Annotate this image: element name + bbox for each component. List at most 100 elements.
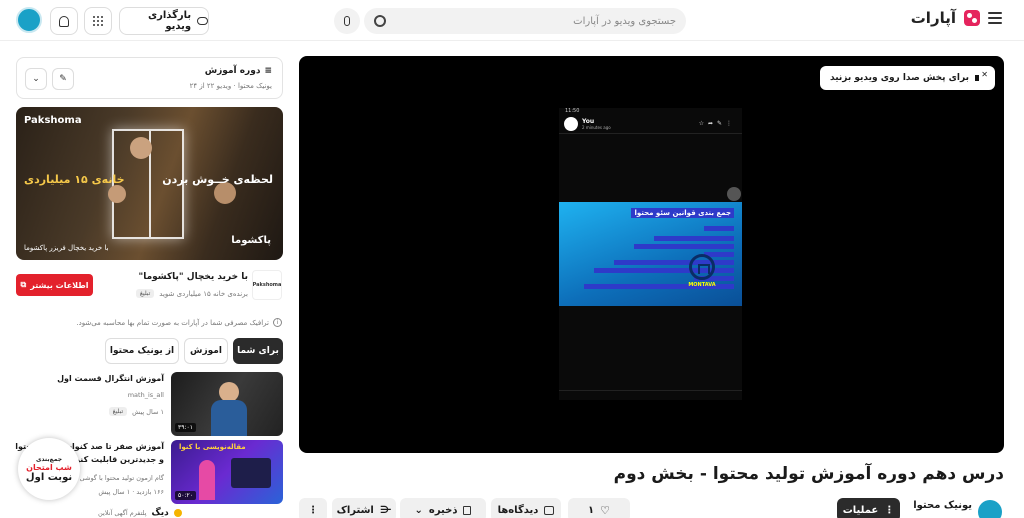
sponsor-logo[interactable]: Pakshoma [252,270,282,300]
video-title[interactable]: آموزش انتگرال قسمت اول [14,372,164,385]
share-button[interactable]: ⋲ اشتراک [332,498,396,518]
apps-grid-icon [93,16,103,26]
bottom-ad-row[interactable]: دیگ پلتفرم آگهی آنلاین [98,508,182,518]
chip-from-channel[interactable]: از یونیک محتوا [105,338,179,364]
ad-headline-right: لحظه‌ی خــوش بردن [162,173,273,186]
more-info-button[interactable]: اطلاعات بیشتر ⧉ [16,274,93,296]
like-count: ۱ [588,504,595,516]
thumbnail-screen [231,458,271,488]
montava-logo-label: MONTAVA [688,282,716,288]
menu-icon[interactable] [988,12,1002,24]
video-thumbnail[interactable]: ۳۹:۰۱ [171,372,283,436]
operations-button[interactable]: ⋮ عملیات [837,498,900,518]
sponsor-subtitle-row: برنده‌ی خانه ۱۵ میلیاردی شوید تبلیغ [135,289,248,298]
unmute-hint-button[interactable]: برای پخش صدا روی ویدیو بزنید [820,66,995,90]
slide-title: جمع بندی قوانین سئو محتوا [631,208,734,218]
aparat-logo-icon[interactable] [964,10,980,26]
promo-line-2: شب امتحان [26,462,72,472]
video-duration: ۳۹:۰۱ [175,423,196,432]
header-brand: آپارات [911,9,1002,27]
voice-search-button[interactable] [334,8,360,34]
operations-label: عملیات [842,504,879,516]
comments-label: دیدگاه‌ها [497,504,539,516]
chip-for-you[interactable]: برای شما [233,338,283,364]
video-age: ۱ سال پیش [132,407,164,416]
search-icon[interactable] [374,15,386,27]
mute-icon [975,70,988,83]
channel-name[interactable]: یونیک محتوا [913,500,972,511]
video-meta: ۱۶۶ بازدید · ۱ سال پیش [98,488,164,496]
bookmark-icon [463,505,472,515]
traffic-notice: i ترافیک مصرفی شما در آپارات به صورت تما… [76,318,282,327]
sponsor-title[interactable]: با خرید یخچال "پاکشوما" [139,272,249,282]
course-title: دوره آموزش [204,66,261,76]
save-button[interactable]: ذخیره ⌄ [400,498,486,518]
chevron-down-icon: ⌄ [32,74,40,84]
pencil-icon: ✎ [59,74,67,84]
floating-bubble-icon [727,187,741,201]
video-frame-phone-screen: 11:50 You 2 minutes ago ☆➦✎⋮ جمع بندی قو… [559,108,742,400]
heart-icon: ♡ [600,503,610,517]
phone-channel-name: You [582,118,595,125]
like-button[interactable]: ♡ ۱ [568,498,630,518]
playlist-icon: ≡ [264,66,272,76]
chip-education[interactable]: اموزش [184,338,228,364]
expand-button[interactable]: ⌄ [25,68,47,90]
user-avatar[interactable] [16,7,42,33]
share-icon: ⋲ [379,504,392,516]
video-channel[interactable]: math_is_all [128,391,164,399]
external-link-icon: ⧉ [20,280,27,289]
more-info-label: اطلاعات بیشتر [30,280,89,290]
search-input[interactable]: جستجوی ویدیو در آپارات [364,8,686,34]
microphone-icon [344,16,350,26]
more-options-button[interactable]: ⋮ [299,498,327,518]
comment-icon [544,505,555,515]
info-icon: i [273,318,282,327]
chevron-down-icon[interactable]: ⌄ [415,505,423,516]
bottom-ad-text: پلتفرم آگهی آنلاین [98,509,147,517]
video-thumbnail[interactable]: مقاله‌نویسی با کنوا ۵۰:۲۰ [171,440,283,504]
video-player[interactable]: برای پخش صدا روی ویدیو بزنید 11:50 You 2… [299,56,1004,453]
top-header: آپارات جستجوی ویدیو در آپارات بارگذاری و… [0,0,1024,41]
phone-controls-icons: ☆➦✎⋮ [698,120,736,127]
ad-footer-text: با خرید یخچال فریزر پاکشوما [24,244,109,252]
ad-headline-left: خانه‌ی ۱۵ میلیاردی [24,173,125,186]
slide-line [634,244,734,249]
floating-promo-badge[interactable]: جمع‌بندی شب امتحان نوبت اول [18,438,80,500]
divar-logo-icon [173,509,182,517]
slide-line [654,236,734,241]
search-placeholder: جستجوی ویدیو در آپارات [573,15,676,27]
course-title-row: ≡ دوره آموزش [205,66,272,76]
operations-dots-icon: ⋮ [884,504,895,516]
list-item[interactable]: ۳۹:۰۱ آموزش انتگرال قسمت اول math_is_all… [16,372,283,436]
sponsor-subtitle: برنده‌ی خانه ۱۵ میلیاردی شوید [159,289,248,298]
video-channel[interactable]: گام ازمون تولید محتوا با گوشی [80,474,164,482]
more-dots-icon: ⋮ [308,504,318,516]
video-title: درس دهم دوره آموزش تولید محتوا - بخش دوم [613,464,1004,484]
ad-tag: تبلیغ [108,407,128,416]
montava-logo-icon [689,254,715,280]
phone-channel-avatar [564,117,578,131]
video-views-age: ۱۶۶ بازدید · ۱ سال پیش [98,488,164,496]
upload-video-button[interactable]: بارگذاری ویدیو [119,7,209,35]
unmute-hint-text: برای پخش صدا روی ویدیو بزنید [830,73,969,83]
channel-avatar[interactable] [978,500,1002,518]
course-playlist-box[interactable]: ≡ دوره آموزش یونیک محتوا · ویدیو ۲۲ از ۲… [16,57,283,99]
thumbnail-person [219,382,239,402]
thumbnail-person [199,460,215,500]
thumbnail-text: مقاله‌نویسی با کنوا [179,443,246,451]
phone-post-time: 2 minutes ago [582,125,611,130]
save-label: ذخیره [428,504,458,516]
video-duration: ۵۰:۲۰ [175,491,196,500]
ad-banner-image[interactable]: Pakshoma لحظه‌ی خــوش بردن خانه‌ی ۱۵ میل… [16,107,283,260]
phone-time: 11:50 [565,108,580,114]
apps-button[interactable] [84,7,112,35]
bell-icon [59,15,69,27]
aparat-logo-text[interactable]: آپارات [911,9,956,27]
comments-button[interactable]: دیدگاه‌ها [491,498,561,518]
notifications-button[interactable] [50,7,78,35]
upload-label: بارگذاری ویدیو [147,10,192,32]
edit-button[interactable]: ✎ [52,68,74,90]
ad-person [108,185,126,203]
ad-person [130,137,152,159]
